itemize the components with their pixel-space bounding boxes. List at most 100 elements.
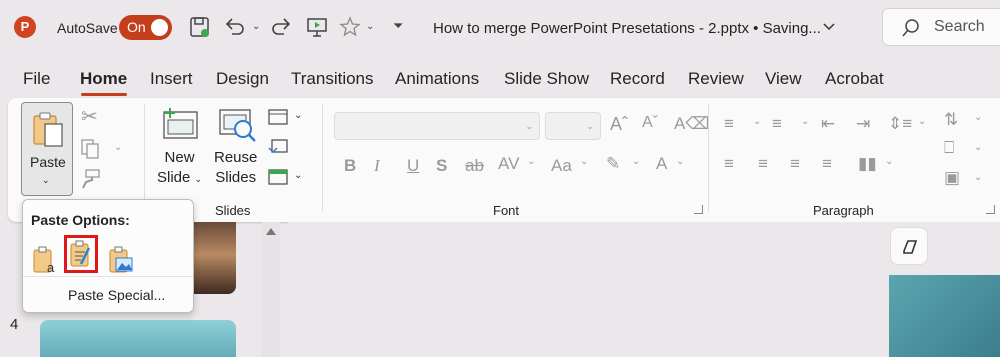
align-text-icon[interactable]: ⎕ (944, 138, 954, 158)
line-spacing-icon[interactable]: ⇕≡ (888, 114, 912, 134)
save-icon[interactable] (187, 14, 213, 40)
tab-review[interactable]: Review (688, 69, 744, 89)
autosave-state: On (127, 19, 146, 35)
font-name-combobox[interactable]: ⌄ (334, 112, 540, 140)
group-separator (708, 104, 709, 212)
align-left-icon[interactable]: ≡ (724, 154, 734, 174)
paragraph-dialog-launcher-icon[interactable] (986, 205, 995, 214)
paste-button[interactable]: Paste ⌄ (21, 102, 73, 196)
autosave-label: AutoSave (57, 20, 118, 36)
text-direction-icon[interactable]: ⇅ (944, 110, 958, 130)
copilot-button[interactable] (890, 227, 928, 265)
clear-formatting-icon[interactable]: A⌫ (674, 114, 709, 134)
increase-font-size-icon[interactable]: Aˆ (610, 114, 628, 135)
copilot-icon (903, 240, 918, 254)
slide-number: 4 (10, 316, 19, 333)
search-box[interactable]: Search (882, 8, 1000, 46)
change-case-icon[interactable]: Aa (551, 156, 572, 176)
tab-slide-show[interactable]: Slide Show (504, 69, 589, 89)
paste-special-item[interactable]: Paste Special... (68, 287, 165, 303)
font-dialog-launcher-icon[interactable] (694, 205, 703, 214)
shadow-icon[interactable]: S (436, 156, 447, 176)
character-spacing-dropdown-icon[interactable]: ⌄ (527, 156, 535, 167)
reuse-slides-button[interactable]: Reuse Slides (214, 148, 257, 188)
numbering-icon[interactable]: ≡ (772, 114, 782, 134)
tab-animations[interactable]: Animations (395, 69, 479, 89)
group-separator (322, 104, 323, 212)
align-center-icon[interactable]: ≡ (758, 154, 768, 174)
menu-divider (23, 276, 193, 277)
underline-icon[interactable]: U (407, 156, 419, 176)
section-icon[interactable] (267, 168, 289, 186)
new-slide-dropdown-icon: ⌄ (194, 174, 203, 184)
decrease-font-size-icon[interactable]: Aˇ (642, 114, 658, 132)
character-spacing-icon[interactable]: AV (498, 154, 519, 174)
document-title: How to merge PowerPoint Presetations - 2… (433, 20, 821, 37)
align-text-dropdown-icon[interactable]: ⌄ (974, 142, 982, 153)
italic-icon[interactable]: I (374, 156, 380, 176)
autosave-toggle[interactable]: On (119, 15, 172, 40)
redo-icon[interactable] (268, 14, 294, 40)
tab-transitions[interactable]: Transitions (291, 69, 374, 89)
copy-dropdown-icon[interactable]: ⌄ (114, 142, 122, 153)
bold-icon[interactable]: B (344, 156, 356, 176)
layout-dropdown-icon[interactable]: ⌄ (294, 110, 302, 121)
highlight-icon[interactable]: ✎ (606, 154, 620, 174)
reuse-slides-icon[interactable] (218, 106, 258, 142)
tab-acrobat[interactable]: Acrobat (825, 69, 884, 89)
smartart-dropdown-icon[interactable]: ⌄ (974, 172, 982, 183)
present-icon[interactable] (304, 14, 330, 40)
paste-use-destination-icon[interactable] (64, 235, 98, 273)
font-color-icon[interactable]: A (656, 154, 667, 174)
justify-icon[interactable]: ≡ (822, 154, 832, 174)
group-separator (144, 104, 145, 212)
decrease-indent-icon[interactable]: ⇤ (821, 114, 835, 134)
highlight-dropdown-icon[interactable]: ⌄ (632, 156, 640, 167)
smartart-icon[interactable]: ▣ (944, 168, 960, 188)
chevron-down-icon[interactable] (822, 22, 836, 32)
tab-file[interactable]: File (23, 69, 50, 89)
new-slide-icon[interactable] (160, 106, 200, 140)
copy-icon[interactable] (80, 138, 100, 160)
align-right-icon[interactable]: ≡ (790, 154, 800, 174)
bullets-dropdown-icon[interactable]: ⌄ (753, 116, 761, 127)
slide-thumbnail-4[interactable] (40, 320, 236, 357)
increase-indent-icon[interactable]: ⇥ (856, 114, 870, 134)
tab-insert[interactable]: Insert (150, 69, 193, 89)
undo-icon[interactable] (222, 14, 248, 40)
numbering-dropdown-icon[interactable]: ⌄ (801, 116, 809, 127)
scroll-up-icon[interactable] (266, 228, 276, 235)
font-size-combobox[interactable]: ⌄ (545, 112, 601, 140)
line-spacing-dropdown-icon[interactable]: ⌄ (918, 116, 926, 127)
undo-dropdown-icon[interactable]: ⌄ (252, 21, 260, 32)
layout-icon[interactable] (267, 108, 289, 126)
columns-dropdown-icon[interactable]: ⌄ (885, 156, 893, 167)
tab-design[interactable]: Design (216, 69, 269, 89)
columns-icon[interactable]: ▮▮ (858, 154, 877, 174)
paste-icon (33, 112, 63, 147)
tab-record[interactable]: Record (610, 69, 665, 89)
favorite-dropdown-icon[interactable]: ⌄ (366, 21, 374, 32)
tab-home[interactable]: Home (80, 69, 127, 89)
paragraph-group-label: Paragraph (813, 203, 874, 218)
change-case-dropdown-icon[interactable]: ⌄ (580, 156, 588, 167)
reset-icon[interactable] (267, 138, 289, 156)
tab-view[interactable]: View (765, 69, 802, 89)
font-color-dropdown-icon[interactable]: ⌄ (676, 156, 684, 167)
section-dropdown-icon[interactable]: ⌄ (294, 170, 302, 181)
text-direction-dropdown-icon[interactable]: ⌄ (974, 112, 982, 123)
customize-toolbar-icon[interactable]: ⏷ (393, 18, 403, 34)
paste-picture-icon[interactable] (107, 245, 135, 275)
thumbnail-scrollbar[interactable] (262, 222, 280, 357)
favorite-icon[interactable] (337, 14, 363, 40)
new-slide-label-2: Slide ⌄ (157, 168, 202, 189)
cut-icon[interactable]: ✂ (81, 104, 98, 129)
format-painter-icon[interactable] (80, 168, 102, 190)
new-slide-button[interactable]: New Slide ⌄ (157, 148, 202, 189)
bullets-icon[interactable]: ≡ (724, 114, 734, 134)
paste-keep-source-icon[interactable]: a (31, 245, 59, 275)
font-size-dropdown-icon: ⌄ (586, 121, 594, 131)
strikethrough-icon[interactable]: ab (465, 156, 484, 176)
paste-dropdown-icon: ⌄ (42, 175, 50, 185)
slide-preview (889, 275, 1000, 357)
